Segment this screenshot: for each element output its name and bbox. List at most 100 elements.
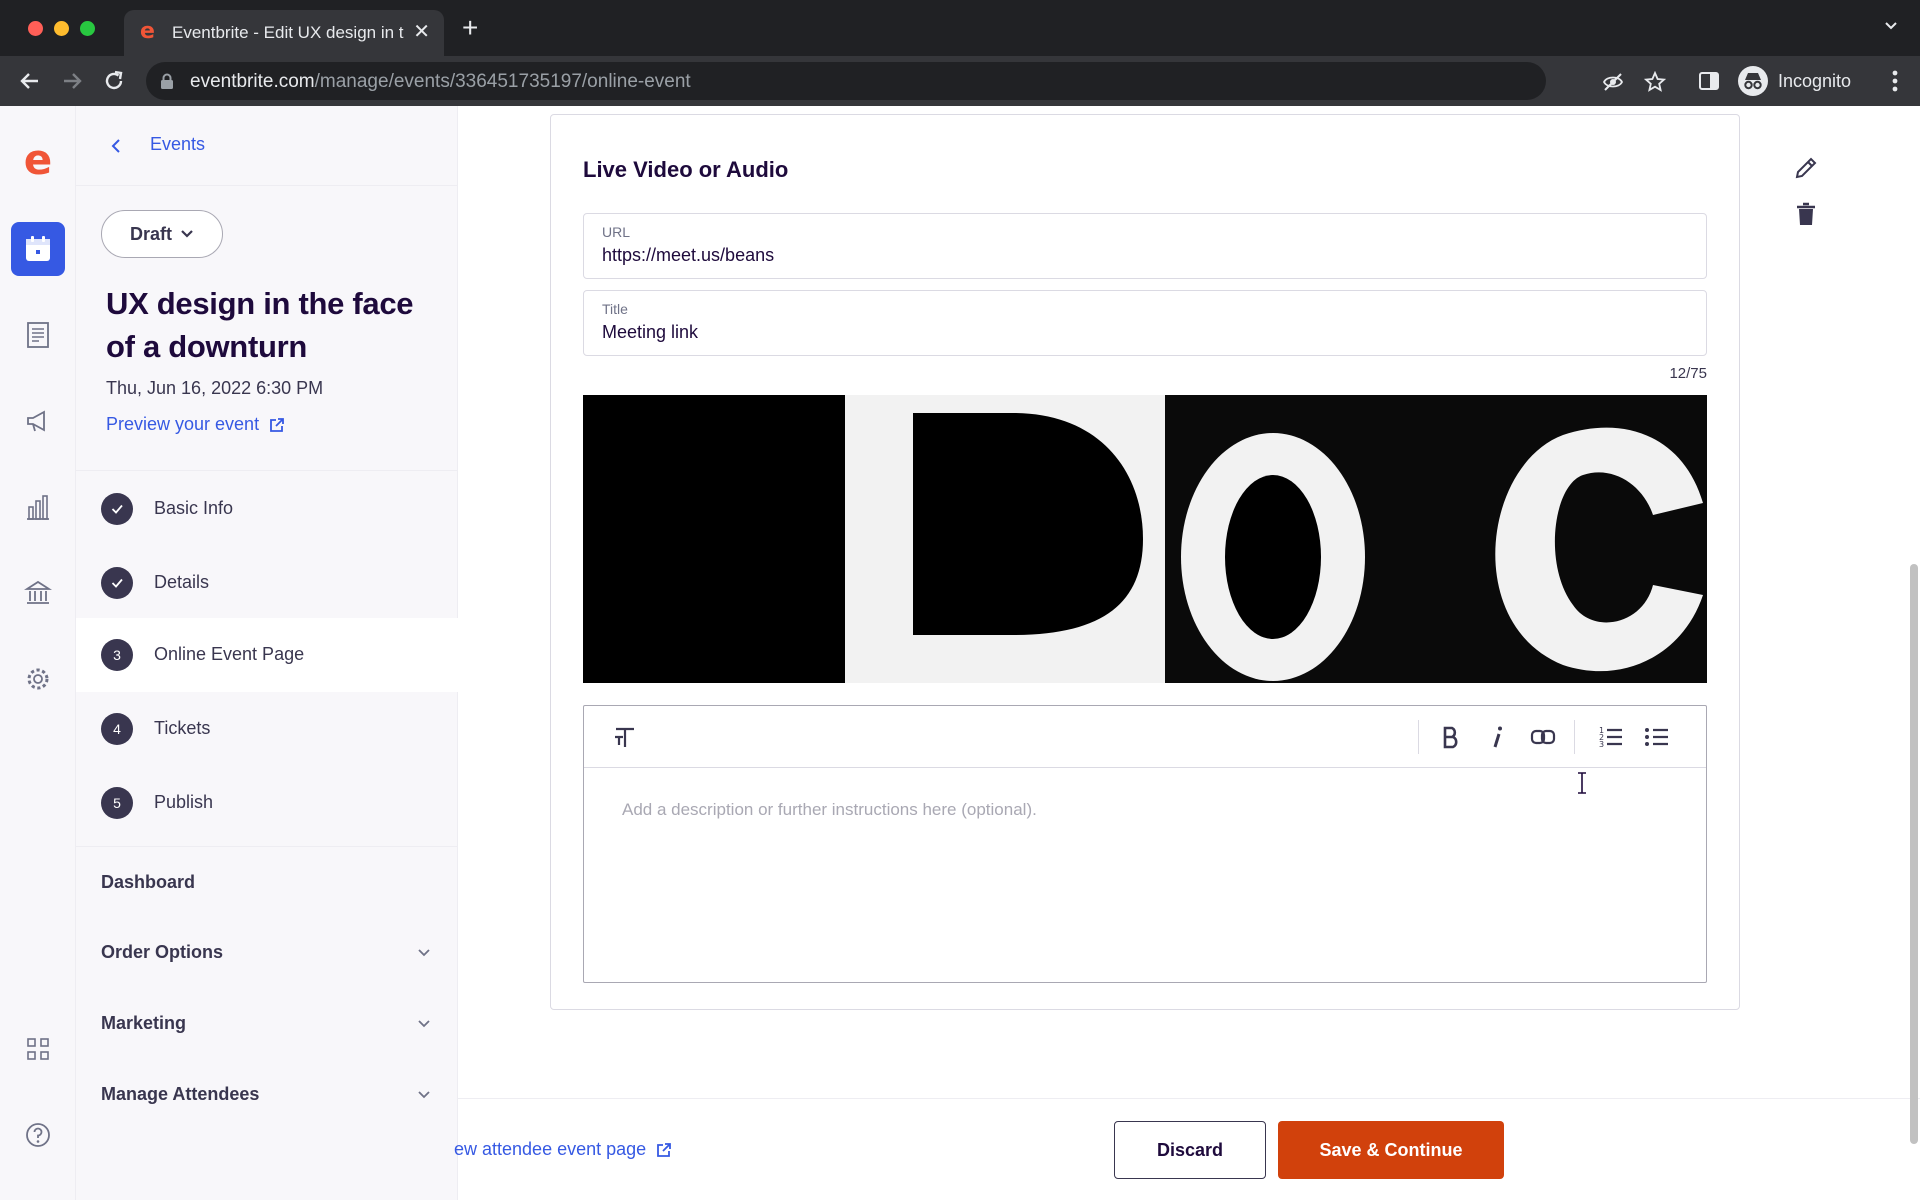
event-title: UX design in the face of a downturn — [106, 286, 414, 364]
bank-icon[interactable] — [11, 566, 65, 620]
preview-label: Preview your event — [106, 414, 260, 434]
main-content: Live Video or Audio URL https://meet.us/… — [454, 106, 1920, 1200]
url-field-label: URL — [602, 224, 631, 240]
new-tab-button[interactable]: + — [462, 14, 478, 42]
step-check-icon — [101, 567, 133, 599]
tab-close-icon[interactable]: ✕ — [413, 20, 430, 44]
bullet-list-icon[interactable] — [1642, 722, 1672, 752]
back-to-events[interactable]: Events — [76, 106, 458, 186]
divider — [76, 846, 458, 847]
chevron-down-icon — [418, 1020, 430, 1028]
external-link-icon — [270, 417, 284, 432]
lock-icon[interactable] — [160, 73, 174, 89]
eye-off-icon[interactable] — [1602, 71, 1624, 93]
browser-tab[interactable]: e Eventbrite - Edit UX design in t ✕ — [124, 10, 444, 56]
italic-icon[interactable] — [1482, 722, 1512, 752]
nav-label: Manage Attendees — [101, 1084, 260, 1104]
preview-event-link[interactable]: Preview your event — [106, 414, 285, 435]
save-continue-button[interactable]: Save & Continue — [1278, 1121, 1504, 1179]
discard-button[interactable]: Discard — [1114, 1121, 1266, 1179]
bookmark-star-icon[interactable] — [1644, 71, 1666, 93]
apps-grid-icon[interactable] — [11, 1022, 65, 1076]
nav-dashboard[interactable]: Dashboard — [101, 862, 441, 902]
bar-chart-icon[interactable] — [11, 480, 65, 534]
window-close-button[interactable] — [28, 21, 43, 36]
help-icon[interactable] — [11, 1108, 65, 1162]
event-date: Thu, Jun 16, 2022 6:30 PM — [106, 378, 324, 398]
description-editor[interactable]: 1 2 3 Add a description or further instr… — [583, 705, 1707, 983]
nav-marketing[interactable]: Marketing — [101, 1003, 441, 1043]
action-footer: ew attendee event page Discard Save & Co… — [454, 1098, 1920, 1200]
nav-manage-attendees[interactable]: Manage Attendees — [101, 1074, 441, 1114]
text-cursor-icon — [1578, 772, 1586, 794]
bold-icon[interactable] — [1436, 722, 1466, 752]
chevron-down-icon — [418, 949, 430, 957]
url-path: /manage/events/336451735197/online-event — [314, 71, 691, 92]
status-label: Draft — [129, 223, 172, 244]
status-dropdown-button[interactable]: Draft — [101, 210, 223, 258]
live-video-card: Live Video or Audio URL https://meet.us/… — [550, 114, 1740, 1010]
back-arrow-icon[interactable] — [16, 67, 44, 95]
browser-toolbar: eventbrite.com/manage/events/33645173519… — [0, 56, 1920, 106]
reload-icon[interactable] — [100, 67, 128, 95]
toolbar-separator — [1574, 720, 1575, 754]
chevron-left-icon — [111, 139, 120, 153]
calendar-icon[interactable] — [11, 222, 65, 276]
view-attendee-page-link[interactable]: ew attendee event page — [454, 1139, 672, 1160]
profile-incognito[interactable]: Incognito — [1738, 64, 1851, 98]
address-bar[interactable]: eventbrite.com/manage/events/33645173519… — [146, 62, 1666, 100]
eventbrite-logo-icon[interactable]: e — [18, 139, 58, 182]
page-scrollbar[interactable] — [1910, 564, 1918, 1144]
step-label: Basic Info — [154, 498, 234, 518]
attendee-link-label: ew attendee event page — [454, 1139, 647, 1159]
profile-label: Incognito — [1778, 70, 1852, 91]
tab-title: Eventbrite - Edit UX design in t — [172, 23, 404, 42]
step-publish[interactable]: 5 Publish — [76, 766, 458, 840]
forward-arrow-icon[interactable] — [58, 67, 86, 95]
text-size-icon[interactable] — [610, 722, 640, 752]
video-preview-image — [583, 395, 1707, 683]
step-check-icon — [101, 493, 133, 525]
url-text: eventbrite.com/manage/events/33645173519… — [190, 71, 691, 93]
megaphone-icon[interactable] — [11, 394, 65, 448]
url-field-value: https://meet.us/beans — [602, 245, 775, 265]
window-minimize-button[interactable] — [54, 21, 69, 36]
eventbrite-favicon-icon: e — [140, 19, 155, 44]
nav-order-options[interactable]: Order Options — [101, 932, 441, 972]
step-label: Publish — [154, 792, 214, 812]
step-basic-info[interactable]: Basic Info — [76, 472, 458, 546]
window-maximize-button[interactable] — [80, 21, 95, 36]
title-field[interactable]: Title Meeting link — [583, 290, 1707, 356]
step-number-badge: 4 — [101, 713, 133, 745]
side-panel-icon[interactable] — [1698, 70, 1720, 92]
orders-icon[interactable] — [11, 308, 65, 362]
step-number-badge: 5 — [101, 787, 133, 819]
incognito-icon — [1738, 66, 1768, 96]
numbered-list-icon[interactable]: 1 2 3 — [1596, 722, 1626, 752]
step-number-badge: 3 — [101, 639, 133, 671]
card-title: Live Video or Audio — [583, 157, 789, 182]
url-field[interactable]: URL https://meet.us/beans — [583, 213, 1707, 279]
step-online-event-page[interactable]: 3 Online Event Page — [76, 618, 458, 692]
nav-label: Dashboard — [101, 872, 196, 892]
step-details[interactable]: Details — [76, 546, 458, 620]
divider — [76, 470, 458, 471]
toolbar-separator — [1418, 720, 1419, 754]
chevron-down-icon — [418, 1091, 430, 1099]
nav-label: Marketing — [101, 1013, 187, 1033]
event-sidenav: Events Draft UX design in the face of a … — [76, 106, 458, 1200]
more-vertical-icon[interactable] — [1892, 70, 1898, 92]
title-field-value: Meeting link — [602, 322, 699, 342]
step-label: Details — [154, 572, 210, 592]
step-label: Tickets — [154, 718, 211, 738]
app-icon-rail: e — [0, 106, 76, 1200]
gear-icon[interactable] — [11, 652, 65, 706]
char-count: 12/75 — [1669, 365, 1707, 382]
tab-search-chevron-icon[interactable] — [1884, 18, 1898, 32]
nav-label: Order Options — [101, 942, 224, 962]
svg-text:3: 3 — [1599, 740, 1604, 749]
trash-icon[interactable] — [1792, 200, 1820, 228]
link-icon[interactable] — [1528, 722, 1558, 752]
pencil-icon[interactable] — [1792, 154, 1820, 182]
step-tickets[interactable]: 4 Tickets — [76, 692, 458, 766]
